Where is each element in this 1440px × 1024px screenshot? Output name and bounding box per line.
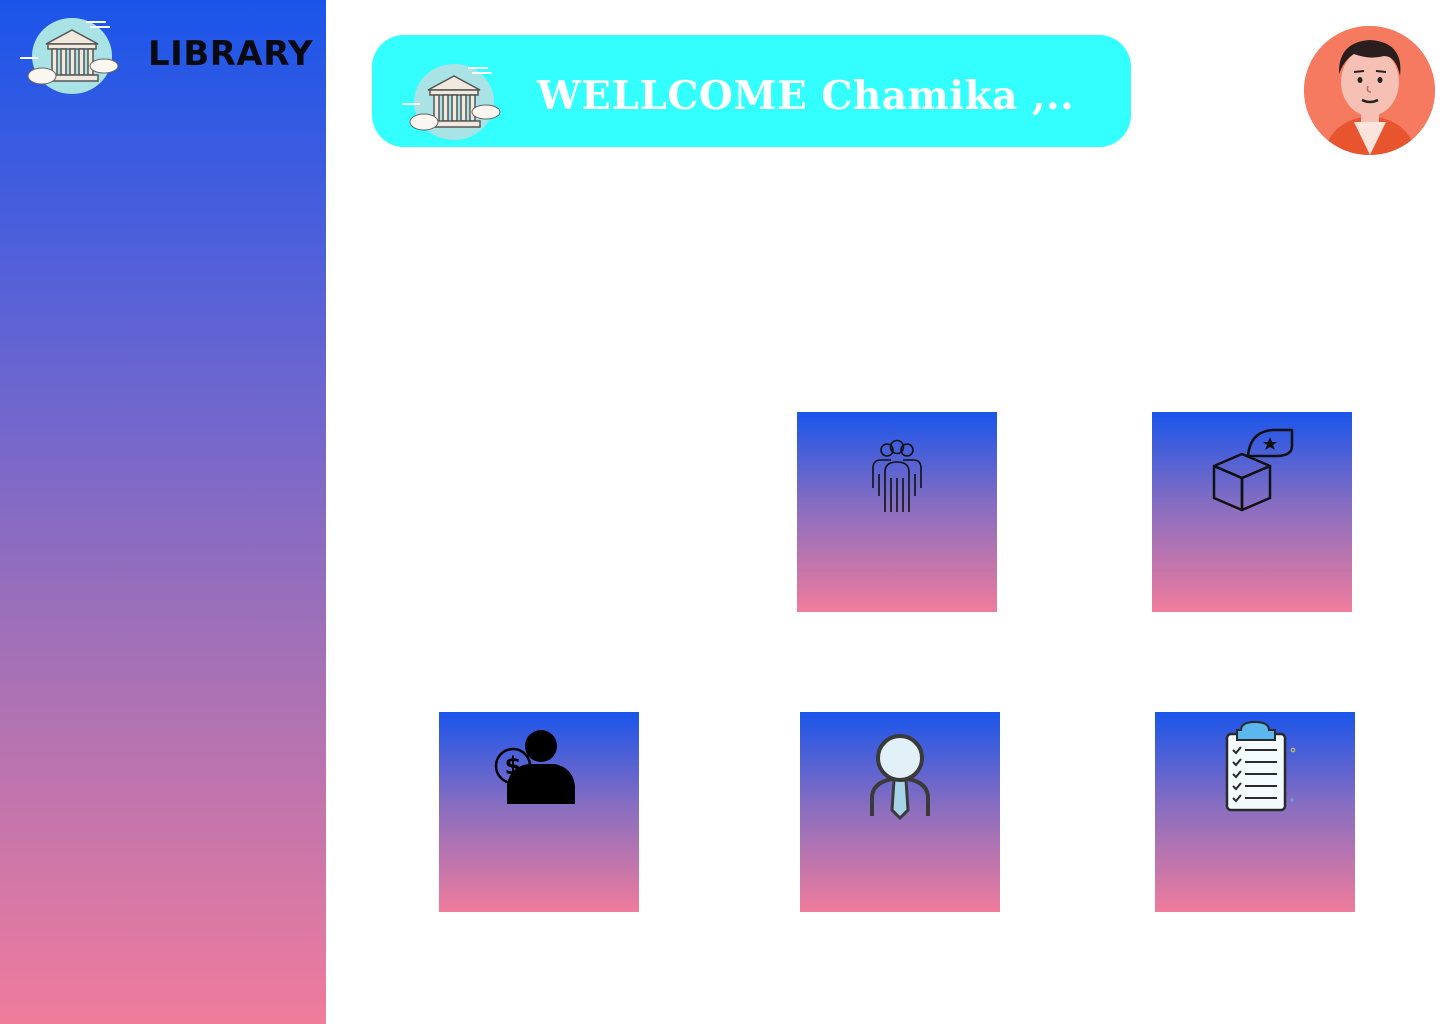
staff-tile[interactable]: [800, 712, 1000, 912]
library-building-icon[interactable]: [18, 10, 122, 98]
library-building-icon: [402, 64, 501, 140]
group-people-icon: [872, 439, 922, 512]
welcome-banner: WELLCOME Chamika ,..: [372, 35, 1131, 147]
sidebar: LIBRARY: [0, 0, 326, 1024]
books-tile[interactable]: [1152, 412, 1352, 612]
user-avatar[interactable]: [1304, 26, 1435, 155]
employee-tie-icon: [870, 734, 930, 821]
box-star-icon: [1212, 428, 1294, 512]
avatar-icon: [1304, 26, 1435, 155]
brand-name: LIBRARY: [148, 34, 314, 74]
clipboard-checklist-icon: [1225, 720, 1296, 812]
members-tile[interactable]: [797, 412, 997, 612]
reports-tile[interactable]: [1155, 712, 1355, 912]
user-dollar-icon: $: [494, 730, 575, 804]
payments-tile[interactable]: $: [439, 712, 639, 912]
welcome-message: WELLCOME Chamika ,..: [537, 73, 1075, 119]
svg-text:$: $: [505, 752, 522, 780]
